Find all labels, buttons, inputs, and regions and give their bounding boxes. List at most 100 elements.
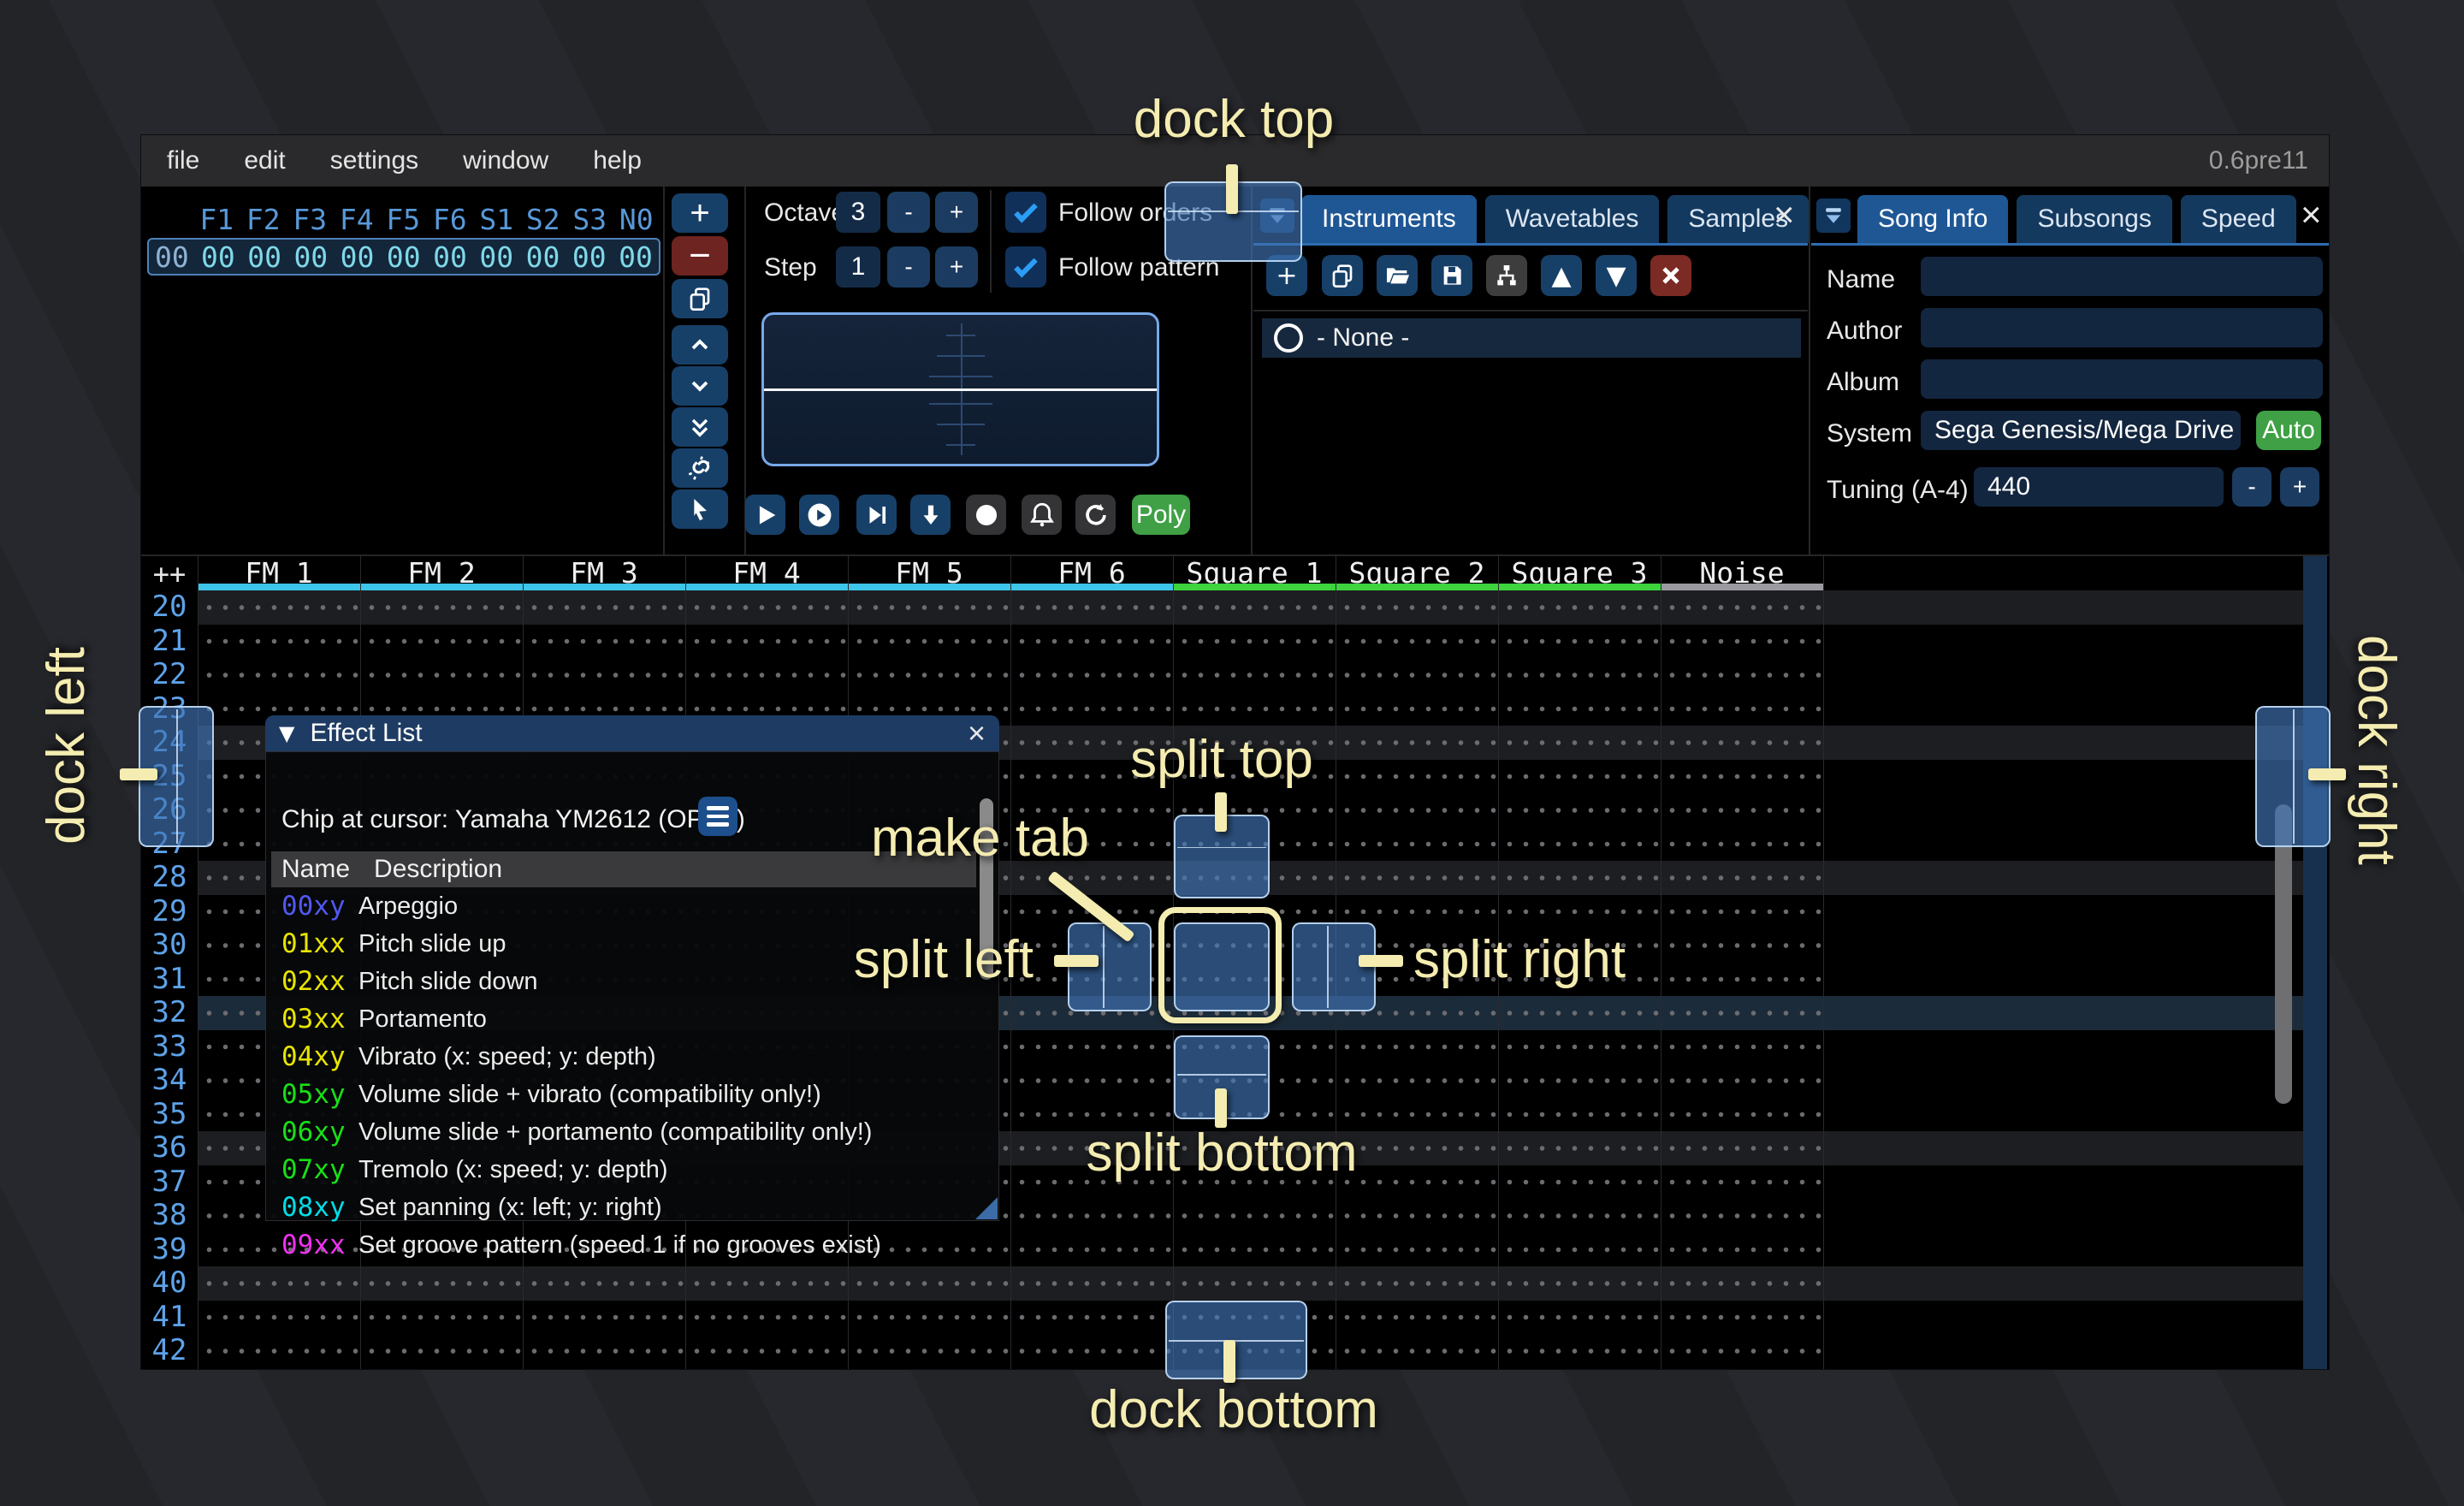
order-cell[interactable]: 00 [519, 240, 566, 274]
order-duplicate-button[interactable] [672, 279, 728, 318]
pattern-row-21[interactable]: 21 [141, 625, 2329, 659]
order-column-S1[interactable]: S1 [473, 203, 520, 236]
follow-orders-checkbox[interactable] [1005, 192, 1046, 233]
author-field[interactable] [1921, 308, 2323, 347]
order-column-F1[interactable]: F1 [193, 203, 240, 236]
order-edit-mode-button[interactable] [672, 489, 728, 529]
effect-row-08xy[interactable]: 08xySet panning (x: left; y: right) [266, 1189, 976, 1226]
order-column-S3[interactable]: S3 [566, 203, 613, 236]
effect-list-close-button[interactable]: × [968, 715, 986, 751]
collapse-triangle-icon[interactable]: ▼ [279, 721, 294, 745]
tab-speed[interactable]: Speed [2181, 195, 2296, 243]
order-cell[interactable]: 00 [566, 240, 613, 274]
effect-row-04xy[interactable]: 04xyVibrato (x: speed; y: depth) [266, 1038, 976, 1076]
effect-row-09xx[interactable]: 09xxSet groove pattern (speed 1 if no gr… [266, 1226, 976, 1264]
order-duplicate-end-button[interactable] [672, 407, 728, 447]
effect-list-menu-button[interactable] [698, 797, 737, 836]
step-minus-button[interactable]: - [887, 246, 930, 288]
order-cell[interactable]: 00 [287, 240, 334, 274]
octave-plus-button[interactable]: + [935, 192, 978, 233]
split-left-target[interactable] [1068, 922, 1152, 1011]
tab-song-info[interactable]: Song Info [1857, 195, 2008, 243]
step-value[interactable]: 1 [836, 246, 880, 288]
order-column-F2[interactable]: F2 [240, 203, 287, 236]
order-move-down-button[interactable] [672, 366, 728, 406]
follow-pattern-checkbox[interactable] [1005, 246, 1046, 288]
tuning-minus-button[interactable]: - [2232, 467, 2272, 507]
instruments-close-button[interactable]: × [1774, 197, 1795, 233]
channel-header-fm-5[interactable]: FM 5 [848, 556, 1010, 585]
instrument-open-button[interactable] [1377, 255, 1418, 296]
dock-bottom-target[interactable] [1165, 1301, 1307, 1379]
order-deep-clone-button[interactable] [672, 448, 728, 488]
octave-minus-button[interactable]: - [887, 192, 930, 233]
order-cell[interactable]: 00 [381, 240, 427, 274]
order-column-N0[interactable]: N0 [613, 203, 660, 236]
menu-item-settings[interactable]: settings [330, 146, 418, 175]
pattern-row-20[interactable]: 20 [141, 590, 2329, 625]
album-field[interactable] [1921, 359, 2323, 399]
pattern-row-40[interactable]: 40 [141, 1266, 2329, 1301]
order-move-up-button[interactable] [672, 325, 728, 365]
split-right-target[interactable] [1292, 922, 1376, 1011]
order-column-F5[interactable]: F5 [380, 203, 427, 236]
instrument-toggle-folders-button[interactable] [1486, 255, 1527, 296]
effect-list-titlebar[interactable]: ▼ Effect List × [265, 715, 999, 751]
step-row-button[interactable] [910, 495, 951, 535]
menu-item-help[interactable]: help [593, 146, 642, 175]
order-cell[interactable]: 00 [334, 240, 380, 274]
instrument-save-button[interactable] [1431, 255, 1472, 296]
order-cell[interactable]: 00 [613, 240, 659, 274]
effect-row-00xy[interactable]: 00xyArpeggio [266, 887, 976, 925]
pattern-row-22[interactable]: 22 [141, 658, 2329, 692]
order-cell[interactable]: 00 [427, 240, 473, 274]
songinfo-close-button[interactable]: × [2301, 197, 2322, 233]
songinfo-collapse-icon[interactable] [1816, 199, 1851, 233]
instrument-move-up-button[interactable]: ▲ [1541, 255, 1582, 296]
tab-instruments[interactable]: Instruments [1301, 195, 1477, 243]
add-channels-button[interactable]: ++ [141, 558, 198, 590]
effect-row-05xy[interactable]: 05xyVolume slide + vibrato (compatibilit… [266, 1076, 976, 1113]
channel-header-fm-3[interactable]: FM 3 [523, 556, 685, 585]
system-select[interactable]: Sega Genesis/Mega Drive [1921, 411, 2241, 450]
menu-item-window[interactable]: window [463, 146, 548, 175]
menu-item-file[interactable]: file [167, 146, 199, 175]
tuning-plus-button[interactable]: + [2280, 467, 2319, 507]
effect-row-03xx[interactable]: 03xxPortamento [266, 1000, 976, 1038]
repeat-pattern-button[interactable] [1075, 495, 1116, 535]
menu-item-edit[interactable]: edit [244, 146, 285, 175]
channel-header-square-1[interactable]: Square 1 [1173, 556, 1336, 585]
order-column-F3[interactable]: F3 [287, 203, 334, 236]
oscilloscope[interactable] [761, 312, 1159, 466]
play-pattern-button[interactable] [799, 495, 839, 535]
poly-toggle-button[interactable]: Poly [1132, 495, 1190, 535]
order-remove-button[interactable]: − [672, 236, 728, 276]
instrument-list-item-none[interactable]: - None - [1262, 318, 1801, 358]
channel-header-noise[interactable]: Noise [1661, 556, 1823, 585]
resize-grip[interactable] [975, 1197, 998, 1219]
channel-header-fm-6[interactable]: FM 6 [1010, 556, 1173, 585]
play-from-cursor-button[interactable] [856, 495, 897, 535]
tuning-field[interactable]: 440 [1974, 467, 2224, 507]
pattern-scrollbar[interactable] [2275, 804, 2292, 1104]
order-cell[interactable]: 00 [195, 240, 241, 274]
channel-header-fm-1[interactable]: FM 1 [198, 556, 360, 585]
octave-value[interactable]: 3 [836, 192, 880, 233]
effect-row-06xy[interactable]: 06xyVolume slide + portamento (compatibi… [266, 1113, 976, 1151]
order-column-S2[interactable]: S2 [520, 203, 567, 236]
system-auto-button[interactable]: Auto [2256, 411, 2321, 450]
record-button[interactable] [966, 495, 1006, 535]
order-add-button[interactable]: + [672, 193, 728, 233]
channel-header-square-2[interactable]: Square 2 [1336, 556, 1498, 585]
order-cell[interactable]: 00 [473, 240, 519, 274]
metronome-button[interactable] [1022, 495, 1062, 535]
instrument-move-down-button[interactable]: ▼ [1596, 255, 1637, 296]
order-cell[interactable]: 00 [241, 240, 287, 274]
channel-header-fm-2[interactable]: FM 2 [360, 556, 523, 585]
instrument-duplicate-button[interactable] [1322, 255, 1363, 296]
tab-subsongs[interactable]: Subsongs [2017, 195, 2171, 243]
order-column-F4[interactable]: F4 [334, 203, 381, 236]
instrument-delete-button[interactable] [1650, 255, 1691, 296]
effect-row-07xy[interactable]: 07xyTremolo (x: speed; y: depth) [266, 1151, 976, 1189]
tab-wavetables[interactable]: Wavetables [1485, 195, 1660, 243]
